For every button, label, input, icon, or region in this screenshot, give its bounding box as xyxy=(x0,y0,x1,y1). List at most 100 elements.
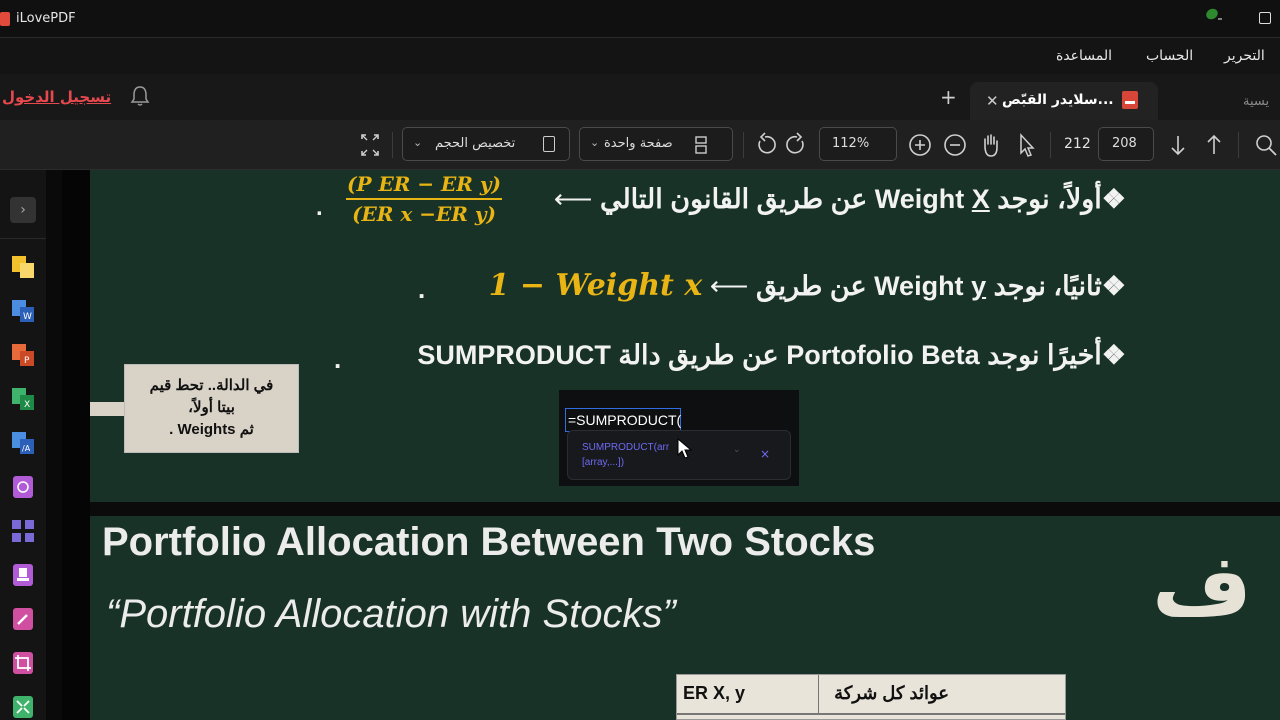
line1-rest: عن طريق القانون التالي xyxy=(599,184,875,214)
line2-weight: Weight xyxy=(874,271,972,301)
bullet-icon: ❖ xyxy=(1101,271,1126,301)
sidebar-divider xyxy=(0,238,46,239)
slide-page-2: Portfolio Allocation Between Two Stocks … xyxy=(90,516,1280,720)
zoom-in-icon[interactable] xyxy=(906,129,934,161)
compress-pdf-icon[interactable] xyxy=(10,694,36,720)
select-pointer-icon[interactable] xyxy=(1012,129,1040,161)
line1-period: . xyxy=(316,194,323,221)
slide-page-1: ❖أولاً، نوجد Weight X عن طريق القانون ال… xyxy=(90,170,1280,502)
callout-note: في الدالة.. تحط قيم بيتا أولاً، ثم Weigh… xyxy=(124,364,299,453)
page-numbers-icon[interactable] xyxy=(10,518,36,544)
arabic-letter-graphic: ف xyxy=(1152,536,1252,636)
tooltip-line-1: SUMPRODUCT(arr xyxy=(582,442,670,453)
rotate-left-icon[interactable] xyxy=(751,129,779,161)
pdf-to-excel-icon[interactable]: X xyxy=(10,386,36,412)
bell-icon[interactable] xyxy=(129,84,151,108)
tab-home-partial[interactable]: يسية xyxy=(1243,94,1269,109)
page-number-input[interactable]: 208 xyxy=(1098,127,1154,161)
next-page-icon[interactable] xyxy=(1164,129,1192,161)
callout-line-3: ثم Weights . xyxy=(169,421,254,438)
table-header-er: ER X, y xyxy=(677,675,819,715)
svg-text:W: W xyxy=(23,312,32,322)
slide-subtitle: “Portfolio Allocation with Stocks” xyxy=(106,592,676,636)
slide-title: Portfolio Allocation Between Two Stocks xyxy=(102,520,876,564)
menu-bar: التحرير الحساب المساعدة xyxy=(0,38,1280,74)
line2-y: y xyxy=(971,271,987,301)
app-logo-icon xyxy=(0,12,10,26)
embedded-excel-snippet: =SUMPRODUCT( SUMPRODUCT(arr [array,...])… xyxy=(559,390,799,486)
title-bar: iLovePDF xyxy=(0,0,1280,38)
menu-account[interactable]: الحساب xyxy=(1146,48,1193,64)
bullet-icon: ❖ xyxy=(1101,340,1126,370)
pdf-to-powerpoint-icon[interactable]: P xyxy=(10,342,36,368)
rotate-pdf-icon[interactable] xyxy=(10,474,36,500)
line3-portfolio: Portofolio Beta xyxy=(778,340,988,370)
line3-text: أخيرًا نوجد xyxy=(987,340,1102,370)
tab-title: ...سلايدر القبّص xyxy=(1002,92,1114,108)
bullet-line-1: ❖أولاً، نوجد Weight X عن طريق القانون ال… xyxy=(554,184,1126,215)
line2-formula: 1 − Weight x xyxy=(488,268,703,303)
previous-page-icon[interactable] xyxy=(1200,129,1228,161)
pdf-to-word-icon[interactable]: W xyxy=(10,298,36,324)
tooltip-line-2: [array,...]) xyxy=(582,457,625,468)
search-icon[interactable] xyxy=(1252,129,1280,161)
app-title: iLovePDF xyxy=(16,11,76,26)
pdf-to-image-icon[interactable] xyxy=(10,254,36,280)
fullscreen-icon[interactable] xyxy=(356,129,384,161)
page-gap xyxy=(90,502,1280,516)
mouse-cursor-icon xyxy=(677,438,693,459)
page-fit-icon xyxy=(543,136,555,152)
svg-text:P: P xyxy=(24,356,30,366)
sidebar-gutter xyxy=(46,170,62,720)
bullet-icon: ❖ xyxy=(1101,184,1126,214)
tab-active-document[interactable]: ✕ ...سلايدر القبّص xyxy=(970,82,1158,120)
weight-formula: (P ER − ER y) (ER x −ER y) xyxy=(340,172,508,236)
new-tab-button[interactable]: + xyxy=(940,87,957,107)
menu-help[interactable]: المساعدة xyxy=(1056,48,1112,64)
arrow-icon: ⟵ xyxy=(553,184,593,214)
tab-bar: تسجيل الدخول + ✕ ...سلايدر القبّص يسية xyxy=(0,74,1280,120)
table-header-returns: عوائد كل شركة xyxy=(834,683,949,703)
single-page-icon xyxy=(695,136,707,154)
rotate-right-icon[interactable] xyxy=(783,129,811,161)
menu-edit[interactable]: التحرير xyxy=(1224,48,1265,64)
svg-text:X: X xyxy=(24,400,30,410)
formula-denominator: (ER x −ER y) xyxy=(352,202,496,226)
line3-rest: عن طريق دالة xyxy=(618,340,779,370)
zoom-input[interactable]: 112% xyxy=(819,127,897,161)
fit-size-dropdown[interactable]: ⌄ تخصيص الحجم xyxy=(402,127,570,161)
formula-numerator: (P ER − ER y) xyxy=(347,172,501,196)
pdf-file-icon xyxy=(1122,91,1138,109)
tooltip-close-icon: × xyxy=(760,447,771,461)
formula-cell: =SUMPRODUCT( xyxy=(565,408,681,432)
chevron-down-icon: ⌄ xyxy=(590,136,600,149)
page-margin xyxy=(62,170,90,720)
ocr-pdf-icon[interactable]: /A xyxy=(10,430,36,456)
toolbar-separator xyxy=(1238,132,1239,158)
edit-pdf-icon[interactable] xyxy=(10,606,36,632)
hand-tool-icon[interactable] xyxy=(977,129,1005,161)
arrow-icon: ⟵ xyxy=(709,271,749,301)
zoom-out-icon[interactable] xyxy=(941,129,969,161)
view-mode-label: صفحة واحدة xyxy=(604,136,673,151)
page-number-value: 208 xyxy=(1112,136,1137,151)
line1-text: أولاً، نوجد xyxy=(997,184,1102,214)
login-link[interactable]: تسجيل الدخول xyxy=(2,88,111,106)
crop-pdf-icon[interactable] xyxy=(10,650,36,676)
expand-sidebar-icon[interactable]: › xyxy=(10,197,36,223)
view-mode-dropdown[interactable]: ⌄ صفحة واحدة xyxy=(579,127,733,161)
watermark-stamp-icon[interactable] xyxy=(10,562,36,588)
table-row-divider xyxy=(677,713,1065,715)
zoom-value: 112% xyxy=(832,136,870,151)
page-total: 212 xyxy=(1064,136,1091,152)
fit-size-label: تخصيص الحجم xyxy=(435,136,516,151)
close-tab-icon[interactable]: ✕ xyxy=(986,92,999,110)
chevron-down-icon: ⌄ xyxy=(413,136,423,149)
line3-function: SUMPRODUCT xyxy=(417,340,619,370)
callout-pointer xyxy=(90,402,124,416)
line1-x: X xyxy=(971,184,990,214)
maximize-button[interactable] xyxy=(1259,12,1271,24)
line3-period: . xyxy=(334,344,342,374)
status-leaf-icon[interactable] xyxy=(1204,7,1222,21)
line2-text: ثانيًا، نوجد xyxy=(993,271,1102,301)
